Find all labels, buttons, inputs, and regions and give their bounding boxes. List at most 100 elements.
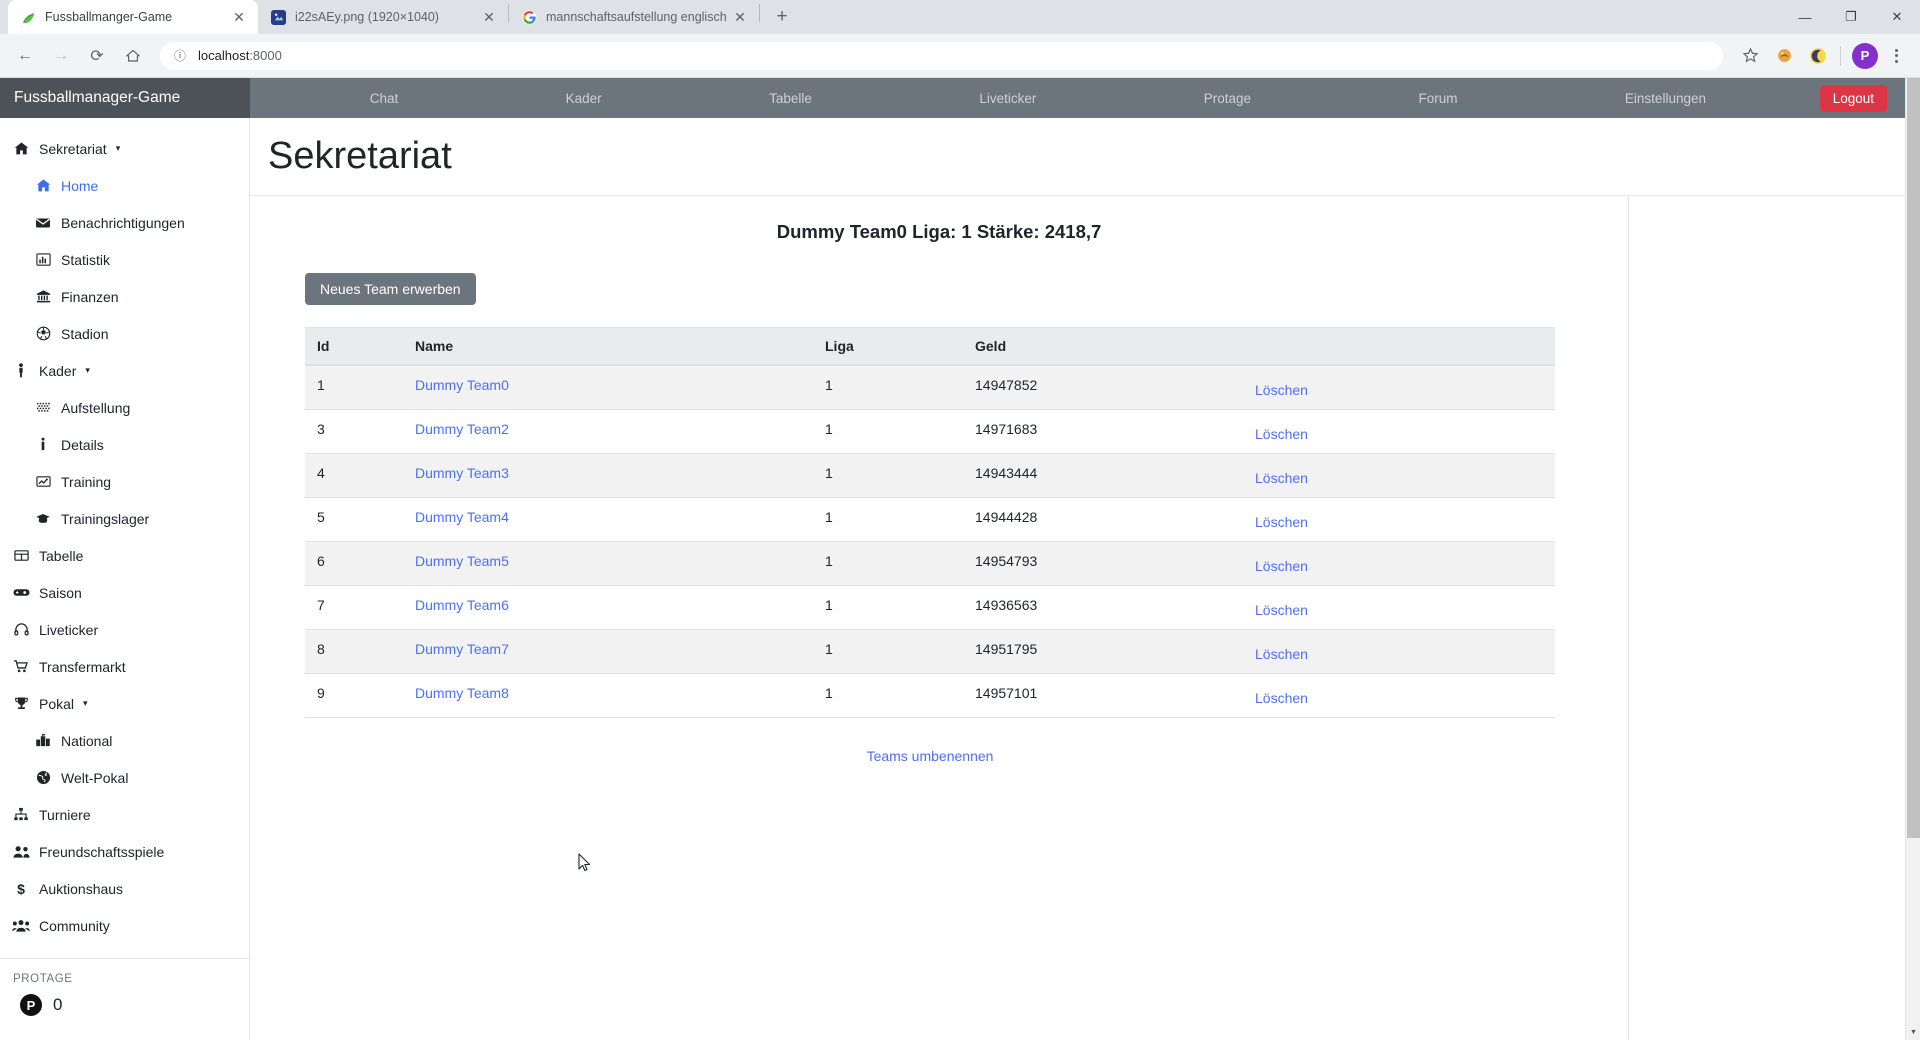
sidebar-item-freundschaftsspiele[interactable]: Freundschaftsspiele — [0, 833, 249, 870]
sidebar-item-national[interactable]: National — [0, 722, 249, 759]
sidebar-item-label: Kader — [39, 362, 77, 379]
protage-counter: P 0 — [0, 987, 249, 1023]
browser-menu-icon[interactable] — [1882, 41, 1910, 71]
sidebar-item-community[interactable]: Community — [0, 907, 249, 944]
team-link[interactable]: Dummy Team0 — [415, 377, 509, 393]
team-link[interactable]: Dummy Team2 — [415, 421, 509, 437]
browser-tab-0[interactable]: Fussballmanger-Game ✕ — [8, 0, 258, 34]
content-column: Dummy Team0 Liga: 1 Stärke: 2418,7 Neues… — [250, 196, 1628, 1040]
sidebar-item-sekretariat[interactable]: Sekretariat ▾ — [0, 130, 249, 167]
chevron-down-icon[interactable]: ▾ — [116, 144, 121, 153]
sidebar-item-statistik[interactable]: Statistik — [0, 241, 249, 278]
sidebar-item-pokal[interactable]: Pokal ▾ — [0, 685, 249, 722]
rename-teams-link[interactable]: Teams umbenennen — [867, 748, 994, 764]
delete-link[interactable]: Löschen — [1255, 597, 1308, 618]
column-header-geld[interactable]: Geld — [963, 327, 1243, 366]
scrollbar-thumb[interactable] — [1907, 78, 1920, 838]
sidebar-item-auktionshaus[interactable]: $ Auktionshaus — [0, 870, 249, 907]
sidebar: Sekretariat ▾ Home Benachrichtigungen St… — [0, 118, 250, 1040]
browser-tab-2[interactable]: mannschaftsaufstellung englisch ✕ — [509, 0, 759, 34]
home-icon[interactable] — [118, 41, 148, 71]
column-header-name[interactable]: Name — [403, 327, 813, 366]
team-link[interactable]: Dummy Team3 — [415, 465, 509, 481]
extension-puzzle-icon[interactable] — [1769, 41, 1799, 71]
sidebar-item-turniere[interactable]: Turniere — [0, 796, 249, 833]
nav-item-chat[interactable]: Chat — [362, 85, 407, 112]
sidebar-item-finanzen[interactable]: Finanzen — [0, 278, 249, 315]
delete-link[interactable]: Löschen — [1255, 377, 1308, 398]
site-info-icon[interactable]: ⓘ — [172, 48, 188, 64]
forward-icon[interactable]: → — [46, 41, 76, 71]
team-link[interactable]: Dummy Team6 — [415, 597, 509, 613]
sidebar-item-aufstellung[interactable]: Aufstellung — [0, 389, 249, 426]
nav-item-protage[interactable]: Protage — [1196, 85, 1259, 112]
delete-link[interactable]: Löschen — [1255, 685, 1308, 706]
nav-item-kader[interactable]: Kader — [558, 85, 610, 112]
delete-link[interactable]: Löschen — [1255, 421, 1308, 442]
sidebar-item-stadion[interactable]: Stadion — [0, 315, 249, 352]
bookmark-star-icon[interactable] — [1735, 41, 1765, 71]
sidebar-item-home[interactable]: Home — [0, 167, 249, 204]
gamepad-icon — [10, 586, 32, 599]
window-close-icon[interactable]: ✕ — [1874, 0, 1920, 34]
team-link[interactable]: Dummy Team7 — [415, 641, 509, 657]
delete-link[interactable]: Löschen — [1255, 465, 1308, 486]
leaf-icon — [20, 9, 36, 25]
close-icon[interactable]: ✕ — [230, 8, 248, 26]
chevron-down-icon[interactable]: ▾ — [85, 366, 90, 375]
scroll-down-arrow-icon[interactable]: ▼ — [1906, 1025, 1920, 1040]
dark-mode-moon-icon[interactable] — [1803, 41, 1833, 71]
nav-item-einstellungen[interactable]: Einstellungen — [1617, 85, 1714, 112]
nav-item-tabelle[interactable]: Tabelle — [761, 85, 820, 112]
page-scrollbar[interactable]: ▲ ▼ — [1905, 78, 1920, 1040]
home-icon — [10, 141, 32, 156]
delete-link[interactable]: Löschen — [1255, 553, 1308, 574]
app-brand[interactable]: Fussballmanager-Game — [0, 78, 250, 118]
close-icon[interactable]: ✕ — [480, 8, 498, 26]
chevron-down-icon[interactable]: ▾ — [83, 699, 88, 708]
sidebar-item-welt-pokal[interactable]: Welt-Pokal — [0, 759, 249, 796]
nav-item-forum[interactable]: Forum — [1410, 85, 1465, 112]
back-icon[interactable]: ← — [10, 41, 40, 71]
avatar[interactable]: P — [1852, 42, 1878, 69]
column-header-id[interactable]: Id — [305, 327, 403, 366]
sidebar-item-saison[interactable]: Saison — [0, 574, 249, 611]
logout-button[interactable]: Logout — [1819, 84, 1887, 112]
page-title: Sekretariat — [268, 135, 452, 177]
team-link[interactable]: Dummy Team4 — [415, 509, 509, 525]
address-bar[interactable]: ⓘ localhost:8000 — [160, 41, 1723, 70]
cell-geld: 14954793 — [963, 541, 1243, 586]
delete-link[interactable]: Löschen — [1255, 509, 1308, 530]
new-tab-button[interactable]: + — [768, 3, 796, 31]
main-content: Sekretariat Dummy Team0 Liga: 1 Stärke: … — [250, 118, 1920, 1040]
reload-icon[interactable]: ⟳ — [82, 41, 112, 71]
minimize-icon[interactable]: — — [1782, 0, 1828, 34]
graduation-cap-icon — [32, 511, 54, 526]
sidebar-item-liveticker[interactable]: Liveticker — [0, 611, 249, 648]
image-icon — [270, 9, 286, 25]
browser-tab-1[interactable]: i22sAEy.png (1920×1040) ✕ — [258, 0, 508, 34]
right-side-panel — [1628, 196, 1920, 1040]
maximize-icon[interactable]: ❐ — [1828, 0, 1874, 34]
shopping-cart-icon — [10, 659, 32, 674]
sidebar-item-training[interactable]: Training — [0, 463, 249, 500]
delete-link[interactable]: Löschen — [1255, 641, 1308, 662]
column-header-liga[interactable]: Liga — [813, 327, 963, 366]
sidebar-item-trainingslager[interactable]: Trainingslager — [0, 500, 249, 537]
trophy-icon — [10, 696, 32, 711]
sidebar-item-label: Stadion — [61, 325, 109, 342]
cell-geld: 14944428 — [963, 497, 1243, 542]
sidebar-item-details[interactable]: Details — [0, 426, 249, 463]
cell-action: Löschen — [1243, 541, 1555, 586]
nav-item-liveticker[interactable]: Liveticker — [971, 85, 1044, 112]
sidebar-item-benachrichtigungen[interactable]: Benachrichtigungen — [0, 204, 249, 241]
close-icon[interactable]: ✕ — [731, 8, 749, 26]
acquire-team-button[interactable]: Neues Team erwerben — [305, 273, 476, 305]
team-link[interactable]: Dummy Team8 — [415, 685, 509, 701]
cell-id: 4 — [305, 453, 403, 498]
browser-tab-strip: Fussballmanger-Game ✕ i22sAEy.png (1920×… — [0, 0, 1920, 34]
sidebar-item-tabelle[interactable]: Tabelle — [0, 537, 249, 574]
team-link[interactable]: Dummy Team5 — [415, 553, 509, 569]
sidebar-item-kader[interactable]: Kader ▾ — [0, 352, 249, 389]
sidebar-item-transfermarkt[interactable]: Transfermarkt — [0, 648, 249, 685]
